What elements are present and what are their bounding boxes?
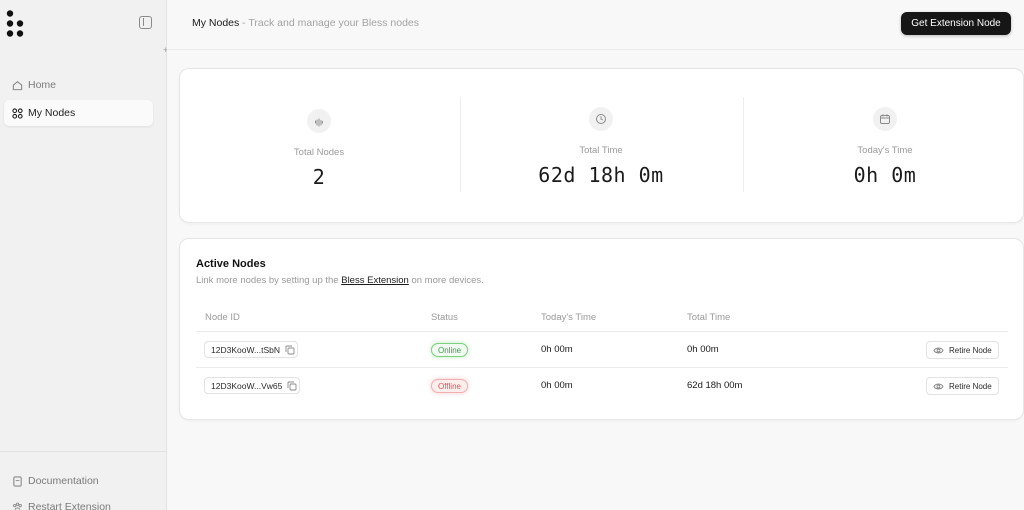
stat-total-nodes: Total Nodes 2 bbox=[179, 69, 459, 224]
status-badge: Offline bbox=[431, 379, 468, 393]
retire-node-label: Retire Node bbox=[949, 381, 992, 391]
todays-time-cell: 0h 00m bbox=[541, 380, 573, 391]
column-header-total-time: Total Time bbox=[687, 312, 731, 323]
calendar-icon bbox=[873, 107, 897, 131]
total-time-cell: 62d 18h 00m bbox=[687, 380, 743, 391]
bless-logo-icon[interactable] bbox=[6, 10, 26, 38]
column-header-status: Status bbox=[431, 312, 458, 323]
plus-icon: + bbox=[163, 45, 169, 55]
todays-time-cell: 0h 00m bbox=[541, 344, 573, 355]
page-subtitle: - Track and manage your Bless nodes bbox=[239, 17, 420, 29]
status-badge: Online bbox=[431, 343, 469, 357]
node-id-text: 12D3KooW...Vw65 bbox=[211, 380, 283, 391]
column-header-node-id: Node ID bbox=[205, 312, 240, 323]
sidebar-collapse-icon[interactable] bbox=[139, 16, 152, 29]
retire-node-button[interactable]: Retire Node bbox=[926, 341, 999, 359]
stat-total-time: Total Time 62d 18h 0m bbox=[461, 69, 741, 224]
total-time-cell: 0h 00m bbox=[687, 344, 719, 355]
fingerprint-icon bbox=[307, 109, 331, 133]
sidebar-item-label: Home bbox=[28, 79, 57, 91]
sidebar-item-my-nodes[interactable]: My Nodes bbox=[4, 100, 153, 126]
stat-label: Today's Time bbox=[857, 145, 913, 156]
sidebar-item-label: Restart Extension bbox=[28, 501, 111, 510]
home-icon bbox=[11, 79, 23, 91]
clock-icon bbox=[589, 107, 613, 131]
bless-extension-link[interactable]: Bless Extension bbox=[341, 275, 409, 286]
subtitle-text: Link more nodes by setting up the bbox=[196, 275, 342, 286]
copy-icon[interactable] bbox=[285, 345, 295, 355]
stat-divider bbox=[743, 97, 744, 192]
node-id-chip: 12D3KooW...Vw65 bbox=[204, 377, 300, 394]
section-subtitle: Link more nodes by setting up the Bless … bbox=[196, 275, 484, 286]
retire-node-label: Retire Node bbox=[949, 345, 992, 355]
stats-card: Total Nodes 2 Total Time 62d 18h 0m Toda… bbox=[179, 68, 1024, 223]
sidebar: Home My Nodes Documentation Restart Exte… bbox=[0, 0, 167, 510]
stat-label: Total Nodes bbox=[293, 147, 345, 158]
header-divider bbox=[167, 49, 1024, 50]
page-title-text: My Nodes bbox=[192, 17, 240, 29]
section-title: Active Nodes bbox=[196, 258, 266, 270]
node-id-chip: 12D3KooW...tSbN bbox=[204, 341, 298, 358]
retire-node-button[interactable]: Retire Node bbox=[926, 377, 999, 395]
nodes-icon bbox=[11, 107, 23, 119]
stat-value: 62d 18h 0m bbox=[538, 163, 664, 187]
paw-icon bbox=[11, 501, 23, 510]
stat-todays-time: Today's Time 0h 0m bbox=[745, 69, 1024, 224]
table-divider bbox=[196, 331, 1008, 332]
sidebar-item-home[interactable]: Home bbox=[4, 72, 153, 98]
copy-icon[interactable] bbox=[287, 381, 297, 391]
stat-value: 2 bbox=[312, 165, 326, 189]
subtitle-text: on more devices. bbox=[408, 275, 484, 286]
node-id-text: 12D3KooW...tSbN bbox=[211, 344, 280, 355]
get-extension-node-button[interactable]: Get Extension Node bbox=[901, 12, 1011, 35]
stat-label: Total Time bbox=[579, 145, 623, 156]
sidebar-item-label: Documentation bbox=[28, 475, 99, 487]
document-icon bbox=[11, 475, 23, 487]
sidebar-item-documentation[interactable]: Documentation bbox=[4, 468, 153, 494]
eye-icon bbox=[933, 383, 944, 389]
column-header-todays-time: Today's Time bbox=[541, 312, 597, 323]
sidebar-item-label: My Nodes bbox=[28, 107, 76, 119]
stat-value: 0h 0m bbox=[853, 163, 917, 187]
eye-icon bbox=[933, 347, 944, 353]
sidebar-item-restart-extension[interactable]: Restart Extension bbox=[4, 494, 153, 510]
table-divider bbox=[196, 367, 1008, 368]
page-title: My Nodes - Track and manage your Bless n… bbox=[192, 17, 419, 29]
sidebar-divider bbox=[0, 451, 166, 452]
active-nodes-card: Active Nodes Link more nodes by setting … bbox=[179, 238, 1024, 420]
